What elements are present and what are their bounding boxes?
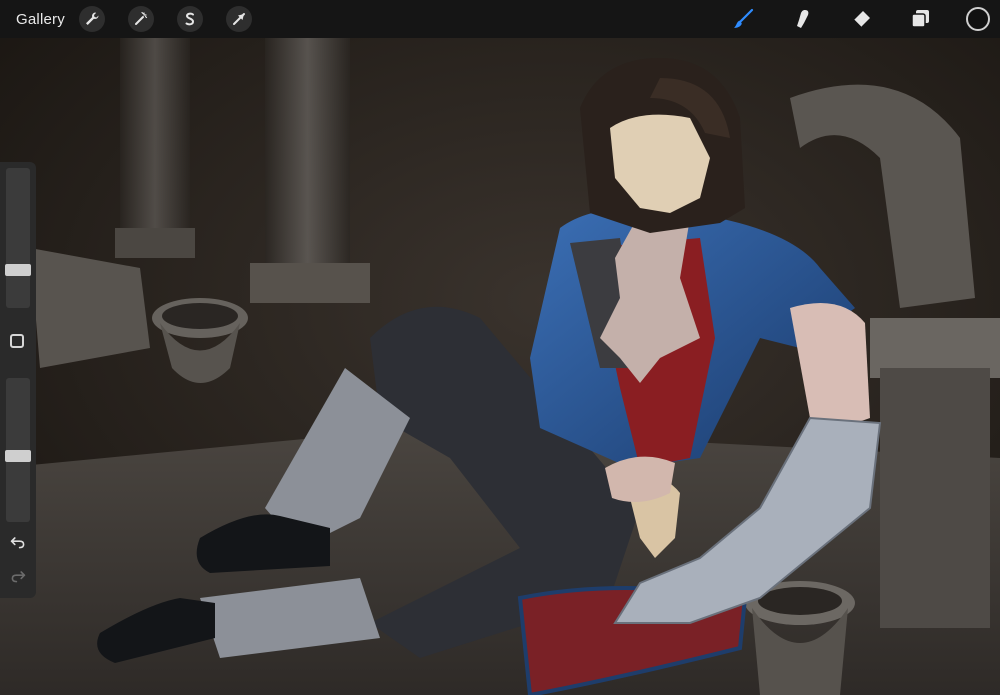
selection-button[interactable] [176,6,203,32]
adjustments-button[interactable] [127,6,154,32]
brush-size-slider[interactable] [5,168,31,308]
modify-button[interactable] [10,334,24,348]
undo-icon [10,537,25,549]
top-toolbar: Gallery [0,0,1000,38]
redo-icon [11,571,26,583]
wrench-icon [85,12,99,25]
eraser-tool-button[interactable] [848,6,874,32]
brush-icon [734,8,754,28]
left-sidebar [0,162,36,598]
undo-button[interactable] [8,532,28,552]
transform-button[interactable] [225,6,252,32]
opacity-thumb[interactable] [5,450,31,462]
magic-wand-icon [134,11,148,25]
selection-s-icon [185,12,194,26]
drawing-canvas[interactable] [0,38,1000,695]
eraser-icon [853,11,870,28]
actions-button[interactable] [78,6,105,32]
color-picker-button[interactable] [966,7,990,31]
brush-tool-button[interactable] [730,6,756,32]
brush-size-thumb[interactable] [5,264,31,276]
layers-button[interactable] [907,6,933,32]
smudge-finger-icon [797,10,809,28]
redo-button[interactable] [8,566,28,586]
gallery-button[interactable]: Gallery [16,11,65,28]
smudge-tool-button[interactable] [789,6,815,32]
opacity-slider[interactable] [5,378,31,522]
arrow-cursor-icon [232,13,245,25]
painting-artwork [0,38,1000,695]
layers-icon [911,10,929,28]
right-toolbar [697,0,990,38]
